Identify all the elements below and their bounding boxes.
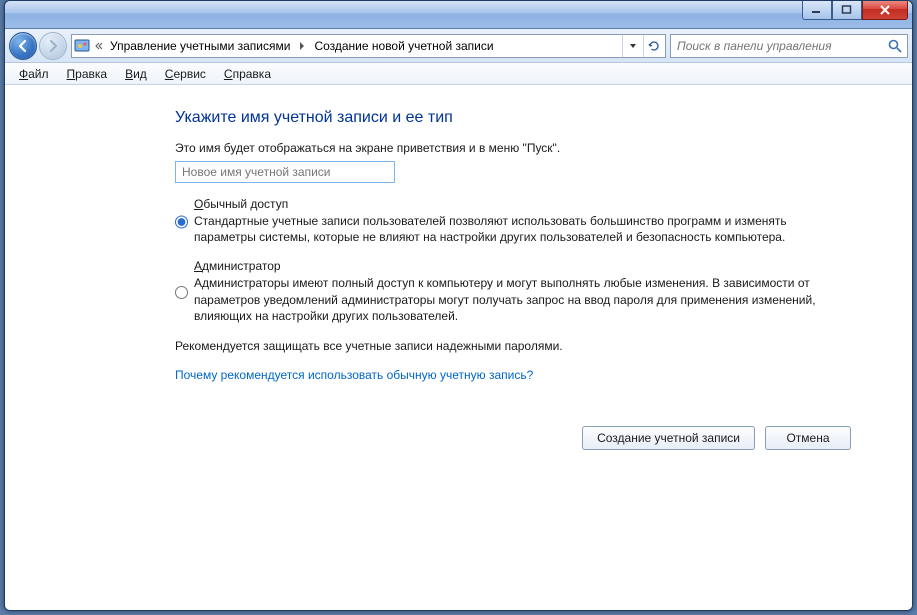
breadcrumb-seg-1[interactable]: Управление учетными записями: [106, 39, 294, 53]
minimize-icon: [811, 5, 823, 15]
arrow-right-icon: [46, 39, 60, 53]
titlebar: [5, 1, 912, 29]
chevron-down-icon: [629, 42, 637, 50]
menu-edit[interactable]: Правка: [59, 65, 116, 83]
search-input[interactable]: [675, 38, 883, 54]
menu-tools[interactable]: Сервис: [157, 65, 214, 83]
option-admin[interactable]: Администратор Администраторы имеют полны…: [175, 259, 875, 324]
option-admin-label: Администратор: [194, 259, 875, 273]
option-standard-desc: Стандартные учетные записи пользователей…: [194, 213, 834, 245]
breadcrumb-seg-2[interactable]: Создание новой учетной записи: [310, 39, 497, 53]
option-standard[interactable]: Обычный доступ Стандартные учетные запис…: [175, 197, 875, 245]
close-icon: [879, 5, 891, 15]
refresh-icon: [647, 39, 661, 53]
address-bar[interactable]: Управление учетными записями Создание но…: [71, 34, 666, 58]
nav-buttons: [9, 32, 67, 60]
address-dropdown-button[interactable]: [623, 35, 643, 57]
create-account-button[interactable]: Создание учетной записи: [582, 426, 755, 450]
menu-file[interactable]: Файл: [11, 65, 57, 83]
content-area: Укажите имя учетной записи и ее тип Это …: [5, 85, 912, 610]
menu-view[interactable]: Вид: [117, 65, 155, 83]
refresh-button[interactable]: [643, 35, 663, 57]
help-link[interactable]: Почему рекомендуется использовать обычну…: [175, 368, 533, 382]
button-row: Создание учетной записи Отмена: [175, 426, 875, 450]
nav-row: Управление учетными записями Создание но…: [5, 29, 912, 63]
breadcrumb-back-chev[interactable]: [92, 42, 104, 50]
menu-help[interactable]: Справка: [216, 65, 279, 83]
radio-standard[interactable]: [175, 199, 188, 245]
search-box[interactable]: [670, 34, 908, 58]
option-admin-desc: Администраторы имеют полный доступ к ком…: [194, 275, 834, 324]
radio-admin[interactable]: [175, 261, 188, 324]
page-subtitle: Это имя будет отображаться на экране при…: [175, 141, 875, 155]
caption-buttons: [802, 1, 908, 21]
maximize-button[interactable]: [832, 1, 862, 20]
page-title: Укажите имя учетной записи и ее тип: [175, 109, 875, 127]
menu-bar: Файл Правка Вид Сервис Справка: [5, 63, 912, 85]
close-button[interactable]: [862, 1, 908, 20]
password-note: Рекомендуется защищать все учетные запис…: [175, 338, 875, 354]
back-button[interactable]: [9, 32, 37, 60]
control-panel-icon: [74, 38, 90, 54]
maximize-icon: [841, 5, 853, 15]
minimize-button[interactable]: [802, 1, 832, 20]
arrow-left-icon: [16, 39, 30, 53]
account-name-input[interactable]: [175, 161, 395, 183]
option-standard-label: Обычный доступ: [194, 197, 875, 211]
search-icon[interactable]: [887, 38, 903, 54]
chevron-right-icon[interactable]: [296, 42, 308, 50]
cancel-button[interactable]: Отмена: [765, 426, 851, 450]
forward-button[interactable]: [39, 32, 67, 60]
window-frame: Управление учетными записями Создание но…: [4, 0, 913, 611]
